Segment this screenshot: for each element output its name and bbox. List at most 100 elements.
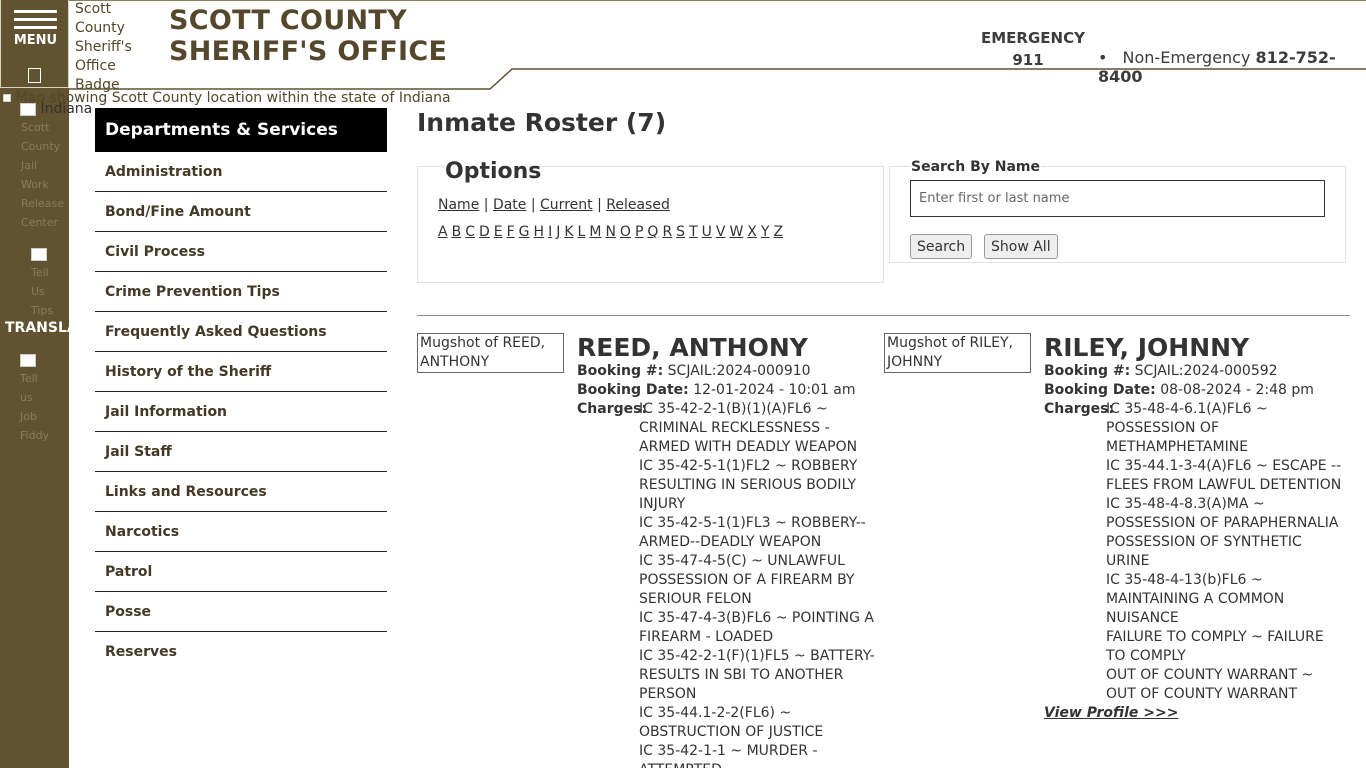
content-divider [417, 315, 1350, 316]
alpha-link-n[interactable]: N [605, 224, 615, 240]
mugshot-image[interactable]: Mugshot of REED, ANTHONY [417, 333, 564, 373]
inmate-name[interactable]: REED, ANTHONY [577, 333, 808, 362]
rail-text: Jail [21, 159, 38, 172]
charge-item: IC 35-48-4-6.1(A)FL6 ~ POSSESSION OF MET… [1106, 401, 1268, 455]
inmate-name[interactable]: RILEY, JOHNNY [1044, 333, 1249, 362]
emergency-label: EMERGENCY [981, 29, 1085, 47]
booking-date: 12-01-2024 - 10:01 am [693, 382, 856, 398]
search-panel: Search By Name Search Show All [889, 159, 1346, 263]
alpha-link-g[interactable]: G [519, 224, 530, 240]
booking-date-label: Booking Date: [1044, 382, 1156, 398]
charges-label: Charges: [577, 401, 648, 417]
charge-item: IC 35-42-2-1(B)(1)(A)FL6 ~ CRIMINAL RECK… [639, 401, 858, 455]
alpha-link-s[interactable]: S [676, 224, 685, 240]
alpha-link-c[interactable]: C [465, 224, 475, 240]
alpha-link-r[interactable]: R [662, 224, 672, 240]
sidebar-item-patrol[interactable]: Patrol [95, 552, 387, 592]
alpha-link-i[interactable]: I [548, 224, 552, 240]
page-title: Inmate Roster (7) [417, 108, 667, 137]
mugshot-image[interactable]: Mugshot of RILEY, JOHNNY [884, 333, 1031, 373]
booking-info: Booking #: SCJAIL:2024-000592 Booking Da… [1044, 362, 1344, 400]
sidebar-item-jail-information[interactable]: Jail Information [95, 392, 387, 432]
rail-text: Fiddy [20, 429, 50, 442]
alpha-link-u[interactable]: U [702, 224, 712, 240]
broken-image-icon [20, 102, 36, 116]
show-all-button[interactable]: Show All [984, 234, 1058, 259]
rail-text: Us [31, 285, 45, 298]
search-input[interactable] [910, 180, 1325, 217]
alpha-link-q[interactable]: Q [647, 224, 658, 240]
alpha-link-d[interactable]: D [479, 224, 490, 240]
hamburger-icon [14, 26, 57, 29]
charge-item: IC 35-44.1-2-2(FL6) ~ OBSTRUCTION OF JUS… [639, 705, 824, 740]
work-release-link[interactable]: Scott County Jail Work Release Center [21, 118, 64, 232]
charge-item: IC 35-47-4-3(B)FL6 ~ POINTING A FIREARM … [639, 610, 874, 645]
jobs-link[interactable]: Tell us Job Fiddy [20, 350, 60, 445]
rail-text: Job [20, 410, 37, 423]
alpha-link-z[interactable]: Z [773, 224, 783, 240]
separator: | [530, 197, 536, 213]
header-divider-line [69, 68, 1366, 90]
alpha-link-p[interactable]: P [635, 224, 643, 240]
view-profile-link[interactable]: View Profile >>> [1044, 705, 1178, 721]
sidebar-item-history[interactable]: History of the Sheriff [95, 352, 387, 392]
sidebar-item-administration[interactable]: Administration [95, 152, 387, 192]
sort-by-name-link[interactable]: Name [438, 197, 479, 213]
alpha-link-k[interactable]: K [564, 224, 573, 240]
alpha-link-b[interactable]: B [452, 224, 462, 240]
rail-text: Tips [31, 304, 54, 317]
charge-item: IC 35-42-5-1(1)FL3 ~ ROBBERY--ARMED--DEA… [639, 515, 866, 550]
rail-text: Scott [21, 121, 50, 134]
booking-info: Booking #: SCJAIL:2024-000910 Booking Da… [577, 362, 877, 400]
sidebar-item-civil-process[interactable]: Civil Process [95, 232, 387, 272]
alpha-link-o[interactable]: O [620, 224, 631, 240]
rail-text: Work [21, 178, 49, 191]
separator: | [483, 197, 489, 213]
translate-label[interactable]: TRANSLATE [5, 320, 69, 336]
sidebar-item-posse[interactable]: Posse [95, 592, 387, 632]
alpha-link-j[interactable]: J [556, 224, 560, 240]
alpha-link-a[interactable]: A [438, 224, 448, 240]
rail-text: Tell [20, 372, 38, 385]
tips-link[interactable]: Tell Us Tips [31, 244, 67, 320]
alpha-link-v[interactable]: V [716, 224, 726, 240]
sidebar-item-bond-fine[interactable]: Bond/Fine Amount [95, 192, 387, 232]
alpha-link-t[interactable]: T [689, 224, 698, 240]
charge-item: FAILURE TO COMPLY ~ FAILURE TO COMPLY [1106, 629, 1324, 664]
rail-text: Tell [31, 266, 49, 279]
alpha-link-m[interactable]: M [589, 224, 601, 240]
broken-image-icon [20, 353, 36, 367]
charge-item: IC 35-42-5-1(1)FL2 ~ ROBBERY RESULTING I… [639, 458, 858, 512]
sidebar-item-faq[interactable]: Frequently Asked Questions [95, 312, 387, 352]
site-title-line: SCOTT COUNTY [169, 5, 407, 36]
search-button[interactable]: Search [910, 234, 973, 259]
rail-text: Release [21, 197, 64, 210]
separator: | [597, 197, 602, 213]
alpha-link-x[interactable]: X [747, 224, 757, 240]
rail-text: County [21, 140, 61, 153]
sidebar-item-narcotics[interactable]: Narcotics [95, 512, 387, 552]
sidebar-item-links[interactable]: Links and Resources [95, 472, 387, 512]
alpha-link-f[interactable]: F [507, 224, 515, 240]
departments-sidebar: Departments & Services Administration Bo… [95, 108, 387, 672]
alpha-link-w[interactable]: W [729, 224, 743, 240]
alpha-link-y[interactable]: Y [761, 224, 770, 240]
indiana-alt-text: Indiana [40, 101, 93, 117]
alpha-link-e[interactable]: E [494, 224, 503, 240]
hamburger-icon [14, 18, 57, 21]
charge-item: OUT OF COUNTY WARRANT ~ OUT OF COUNTY WA… [1106, 667, 1314, 702]
broken-image-icon [31, 247, 47, 261]
search-label: Search By Name [910, 159, 1041, 175]
charges-block: Charges: IC 35-42-2-1(B)(1)(A)FL6 ~ CRIM… [577, 400, 877, 768]
sort-by-date-link[interactable]: Date [493, 197, 526, 213]
filter-current-link[interactable]: Current [540, 197, 593, 213]
sidebar-item-crime-prevention[interactable]: Crime Prevention Tips [95, 272, 387, 312]
alpha-link-l[interactable]: L [578, 224, 586, 240]
alpha-link-h[interactable]: H [534, 224, 545, 240]
site-title[interactable]: SCOTT COUNTY SHERIFF'S OFFICE [169, 5, 447, 67]
sidebar-item-reserves[interactable]: Reserves [95, 632, 387, 672]
sidebar-item-jail-staff[interactable]: Jail Staff [95, 432, 387, 472]
filter-released-link[interactable]: Released [606, 197, 670, 213]
sidebar-title: Departments & Services [95, 108, 387, 152]
booking-number: SCJAIL:2024-000910 [667, 363, 811, 379]
